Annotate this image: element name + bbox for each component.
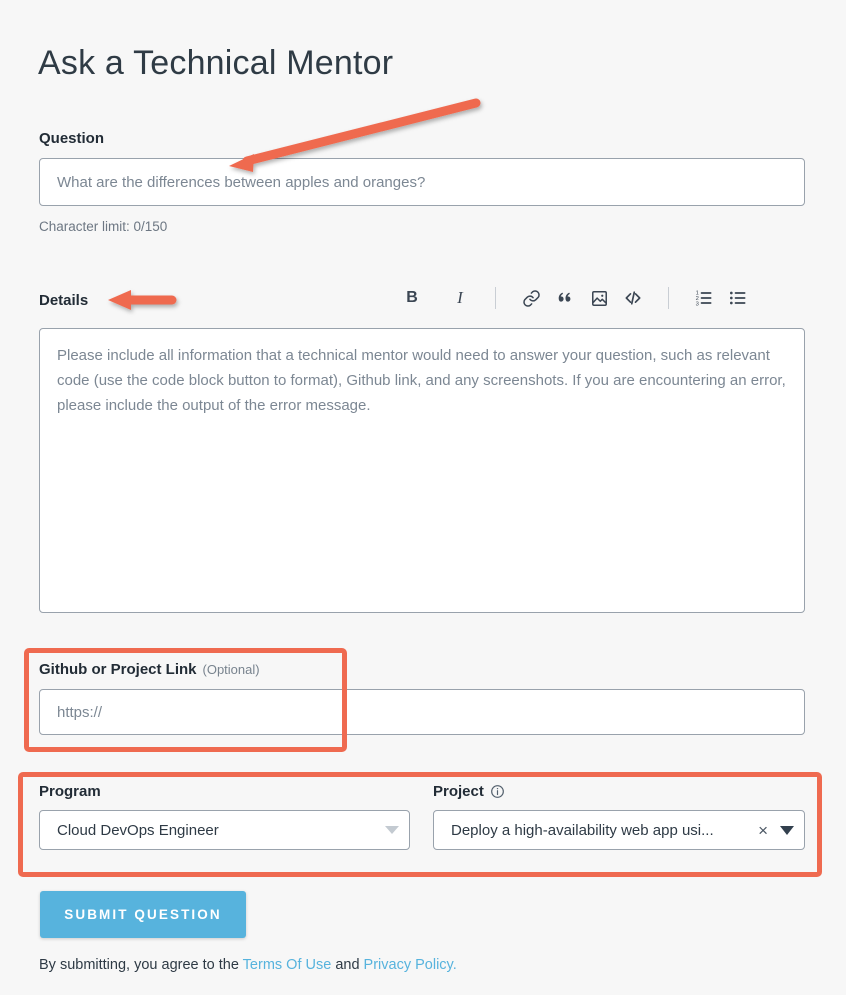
- italic-icon[interactable]: I: [443, 284, 477, 312]
- ordered-list-icon[interactable]: 1 2 3: [687, 284, 721, 312]
- editor-toolbar: B I: [395, 283, 805, 313]
- question-input[interactable]: [39, 158, 805, 206]
- toolbar-separator: [668, 287, 669, 309]
- link-icon[interactable]: [514, 284, 548, 312]
- submit-question-button[interactable]: SUBMIT QUESTION: [40, 891, 246, 938]
- question-label: Question: [39, 130, 104, 147]
- github-link-label: Github or Project Link (Optional): [39, 661, 260, 678]
- program-label: Program: [39, 783, 101, 800]
- project-label: Project: [433, 783, 505, 800]
- project-select[interactable]: Deploy a high-availability web app usi..…: [433, 810, 805, 850]
- toolbar-separator: [495, 287, 496, 309]
- bold-icon[interactable]: B: [395, 284, 429, 312]
- terms-of-use-link[interactable]: Terms Of Use: [243, 957, 332, 973]
- details-label: Details: [39, 292, 88, 309]
- character-limit-text: Character limit: 0/150: [39, 219, 167, 234]
- project-label-text: Project: [433, 783, 484, 800]
- info-icon[interactable]: [490, 784, 505, 799]
- github-link-input[interactable]: [39, 689, 805, 735]
- optional-tag: (Optional): [203, 662, 260, 677]
- legal-prefix: By submitting, you agree to the: [39, 957, 243, 973]
- svg-text:3: 3: [696, 302, 699, 308]
- arrow-to-details-label: [108, 290, 172, 310]
- image-icon[interactable]: [582, 284, 616, 312]
- legal-text: By submitting, you agree to the Terms Of…: [39, 957, 457, 973]
- bullet-list-icon[interactable]: [721, 284, 755, 312]
- legal-conjunction: and: [331, 957, 363, 973]
- code-block-icon[interactable]: [616, 284, 650, 312]
- chevron-down-icon[interactable]: [780, 826, 794, 835]
- github-link-label-text: Github or Project Link: [39, 661, 197, 678]
- page-title: Ask a Technical Mentor: [38, 43, 393, 84]
- privacy-policy-link[interactable]: Privacy Policy.: [364, 957, 457, 973]
- chevron-down-icon[interactable]: [385, 826, 399, 834]
- program-selected-value: Cloud DevOps Engineer: [57, 822, 377, 839]
- ask-technical-mentor-page: Ask a Technical Mentor Question Characte…: [0, 0, 846, 995]
- details-textarea[interactable]: [39, 328, 805, 613]
- clear-project-icon[interactable]: ×: [756, 822, 770, 839]
- project-selected-value: Deploy a high-availability web app usi..…: [451, 822, 756, 839]
- program-select[interactable]: Cloud DevOps Engineer: [39, 810, 410, 850]
- quote-icon[interactable]: [548, 284, 582, 312]
